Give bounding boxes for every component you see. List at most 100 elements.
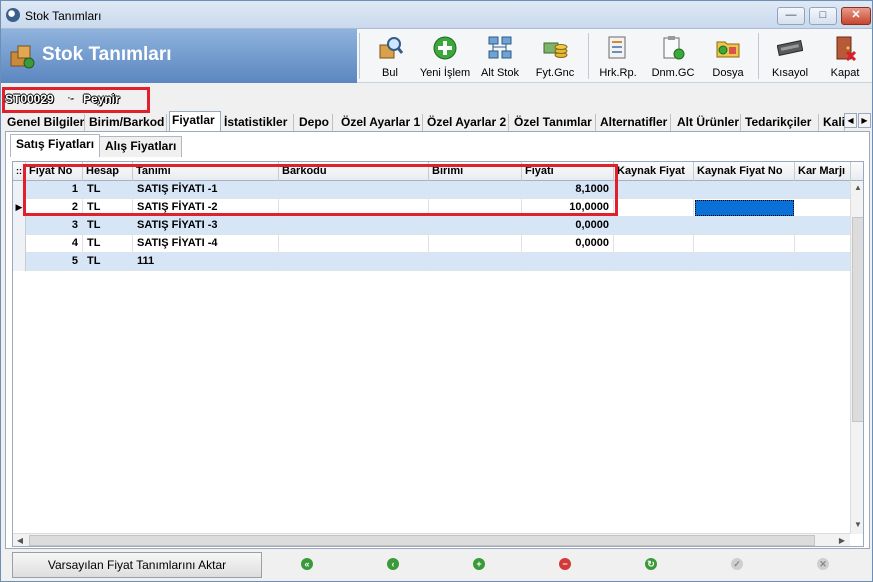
cell-barkodu[interactable] (279, 253, 429, 271)
cell-fiyat-no[interactable]: 5 (26, 253, 83, 271)
cell-kar-marji[interactable] (795, 235, 851, 253)
cell-birimi[interactable] (429, 217, 522, 235)
first-record-icon[interactable]: « (301, 558, 313, 570)
cell-hesap[interactable]: TL (83, 235, 133, 253)
row-indicator[interactable] (13, 217, 26, 235)
tab-ozel-tanimlar[interactable]: Özel Tanımlar (512, 114, 596, 132)
tab-tedarikciler[interactable]: Tedarikçiler (743, 114, 819, 132)
period-transfer-button[interactable]: Dnm.GC (644, 32, 702, 80)
close-window-button[interactable]: ✕ (841, 7, 871, 25)
window-title: Stok Tanımları (25, 9, 102, 23)
price-grid: :: Fiyat No Hesap Tanımı Barkodu Birimi … (12, 161, 864, 547)
table-row[interactable]: 5 TL 111 (13, 253, 851, 271)
network-icon (488, 36, 512, 59)
cell-kar-marji[interactable] (795, 199, 851, 217)
bottom-action-bar: Varsayılan Fiyat Tanımlarını Aktar « ‹ +… (1, 549, 872, 581)
tab-kali[interactable]: Kali (821, 114, 845, 132)
tab-alternatifler[interactable]: Alternatifler (598, 114, 671, 132)
cell-birimi[interactable] (429, 235, 522, 253)
cell-kaynak-fiyat-no[interactable] (694, 217, 795, 235)
cell-kaynak-fiyat-no[interactable] (694, 181, 795, 199)
tab-fiyatlar[interactable]: Fiyatlar (169, 111, 221, 132)
cell-kaynak-fiyat[interactable] (614, 235, 694, 253)
shortcut-button[interactable]: Kısayol (761, 32, 819, 80)
column-kaynak-fiyat-no[interactable]: Kaynak Fiyat No (694, 162, 795, 181)
scroll-down-icon[interactable]: ▼ (851, 518, 863, 532)
close-form-button[interactable]: Kapat (816, 32, 873, 80)
movement-report-button[interactable]: Hrk.Rp. (589, 32, 647, 80)
subtab-satis-fiyatlari[interactable]: Satış Fiyatları (10, 134, 101, 157)
toolbar-label: Yeni İşlem (419, 67, 471, 79)
tab-genel-bilgiler[interactable]: Genel Bilgiler (5, 114, 85, 132)
sub-stock-button[interactable]: Alt Stok (471, 32, 529, 80)
main-tab-strip: Genel Bilgiler Birim/Barkod Fiyatlar İst… (5, 111, 871, 132)
cell-hesap[interactable]: TL (83, 217, 133, 235)
table-row[interactable]: 4 TL SATIŞ FİYATI -4 0,0000 (13, 235, 851, 253)
header-toolbar: Stok Tanımları Bul Yeni İşlem Alt Stok F… (1, 29, 872, 83)
cell-kaynak-fiyat[interactable] (614, 253, 694, 271)
cell-kaynak-fiyat[interactable] (614, 217, 694, 235)
exit-door-icon (836, 36, 857, 61)
cell-kaynak-fiyat[interactable] (614, 181, 694, 199)
cell-tanimi[interactable]: SATIŞ FİYATI -4 (133, 235, 279, 253)
toolbar-label: Kapat (830, 67, 860, 79)
cell-hesap[interactable]: TL (83, 253, 133, 271)
tab-depo[interactable]: Depo (297, 114, 333, 132)
tab-birim-barkod[interactable]: Birim/Barkod (87, 114, 167, 132)
new-transaction-button[interactable]: Yeni İşlem (416, 32, 474, 80)
cancel-x-icon[interactable]: ✕ (817, 558, 829, 570)
vertical-scrollbar[interactable]: ▲ ▼ (850, 181, 863, 534)
price-update-button[interactable]: Fyt.Gnc (526, 32, 584, 80)
subtab-alis-fiyatlari[interactable]: Alış Fiyatları (99, 136, 183, 157)
toolbar-label: Dosya (712, 67, 744, 79)
tab-scroll-left-icon[interactable]: ◀ (844, 113, 857, 128)
tab-ozel-ayarlar-1[interactable]: Özel Ayarlar 1 (339, 114, 423, 132)
tab-istatistikler[interactable]: İstatistikler (222, 114, 294, 132)
table-row[interactable]: 3 TL SATIŞ FİYATI -3 0,0000 (13, 217, 851, 235)
cell-kar-marji[interactable] (795, 217, 851, 235)
maximize-button[interactable]: □ (809, 7, 837, 25)
toolbar-separator (359, 33, 360, 79)
confirm-check-icon[interactable]: ✓ (731, 558, 743, 570)
file-button[interactable]: Dosya (699, 32, 757, 80)
previous-record-icon[interactable]: ‹ (387, 558, 399, 570)
cell-tanimi[interactable]: SATIŞ FİYATI -3 (133, 217, 279, 235)
minimize-button[interactable]: — (777, 7, 805, 25)
delete-record-icon[interactable]: − (559, 558, 571, 570)
cell-fiyati[interactable]: 0,0000 (522, 217, 614, 235)
stock-code-separator: - (69, 90, 73, 104)
cell-fiyati[interactable]: 0,0000 (522, 235, 614, 253)
cell-kaynak-fiyat-no[interactable] (694, 253, 795, 271)
refresh-icon[interactable]: ↻ (645, 558, 657, 570)
cell-fiyat-no[interactable]: 4 (26, 235, 83, 253)
tab-scroll-right-icon[interactable]: ▶ (858, 113, 871, 128)
cell-fiyat-no[interactable]: 3 (26, 217, 83, 235)
scroll-up-icon[interactable]: ▲ (851, 181, 863, 195)
vertical-scroll-thumb[interactable] (852, 217, 863, 422)
row-indicator[interactable] (13, 253, 26, 271)
cell-kar-marji[interactable] (795, 253, 851, 271)
find-button[interactable]: Bul (361, 32, 419, 80)
cell-kaynak-fiyat[interactable] (614, 199, 694, 217)
import-default-prices-button[interactable]: Varsayılan Fiyat Tanımlarını Aktar (12, 552, 262, 578)
horizontal-scroll-thumb[interactable] (29, 535, 815, 546)
selected-cell-kaynak-fiyat-no[interactable] (695, 200, 794, 216)
horizontal-scrollbar[interactable]: ◀ ▶ (13, 533, 850, 546)
cell-kar-marji[interactable] (795, 181, 851, 199)
tab-ozel-ayarlar-2[interactable]: Özel Ayarlar 2 (425, 114, 509, 132)
add-record-icon[interactable]: + (473, 558, 485, 570)
cell-barkodu[interactable] (279, 217, 429, 235)
report-icon (608, 36, 626, 59)
cell-kaynak-fiyat-no[interactable] (694, 235, 795, 253)
column-kar-marji[interactable]: Kar Marjı (795, 162, 851, 181)
add-icon (433, 36, 457, 60)
cell-barkodu[interactable] (279, 235, 429, 253)
cell-tanimi[interactable]: 111 (133, 253, 279, 271)
tab-alt-urunler[interactable]: Alt Ürünler (675, 114, 741, 132)
cell-fiyati[interactable] (522, 253, 614, 271)
column-kaynak-fiyat[interactable]: Kaynak Fiyat (614, 162, 694, 181)
scroll-right-icon[interactable]: ▶ (835, 534, 849, 546)
cell-birimi[interactable] (429, 253, 522, 271)
scroll-left-icon[interactable]: ◀ (13, 534, 27, 546)
row-indicator[interactable] (13, 235, 26, 253)
